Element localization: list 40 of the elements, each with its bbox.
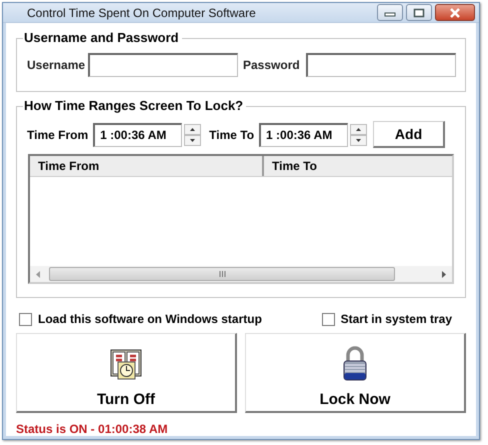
scrollbar-thumb[interactable] (49, 267, 395, 281)
column-header[interactable]: Time From (30, 156, 264, 176)
checkbox-label: Start in system tray (340, 312, 452, 326)
input-field[interactable] (88, 53, 238, 77)
time-picker[interactable]: 1 :00:36 AM (93, 122, 182, 146)
group-title: How Time Ranges Screen To Lock? (23, 98, 246, 113)
up-arrow-icon (190, 128, 196, 130)
add-button[interactable]: Add (373, 121, 446, 148)
field-label: Time To (209, 128, 254, 142)
spin-up-button[interactable] (184, 124, 202, 134)
horizontal-scrollbar[interactable] (30, 266, 452, 282)
up-arrow-icon (356, 128, 362, 130)
checkbox[interactable] (19, 312, 32, 326)
window-title: Control Time Spent On Computer Software (27, 6, 256, 20)
time-picker[interactable]: 1 :00:36 AM (259, 122, 348, 146)
input-field[interactable] (306, 53, 456, 77)
close-button[interactable] (435, 4, 475, 21)
turn-off-button[interactable]: Turn Off (16, 333, 237, 413)
scroll-left-icon (36, 270, 41, 278)
maximize-button[interactable] (406, 4, 432, 21)
lock-now-button[interactable]: Lock Now (245, 333, 466, 413)
minimize-button[interactable] (377, 4, 403, 21)
group-title: Username and Password (23, 30, 182, 45)
down-arrow-icon (190, 138, 196, 142)
grip-icon (218, 271, 226, 277)
column-header[interactable]: Time To (264, 156, 452, 176)
spin-down-button[interactable] (350, 134, 368, 146)
field-label: Time From (27, 128, 88, 142)
padlock-icon (342, 346, 368, 382)
down-arrow-icon (356, 138, 362, 142)
maximize-icon (413, 8, 425, 18)
checkbox-label: Load this software on Windows startup (38, 312, 262, 326)
status-text: Status is ON - 01:00:38 AM (16, 422, 169, 436)
spin-up-button[interactable] (350, 124, 368, 134)
scroll-right-icon (441, 270, 446, 278)
spin-down-button[interactable] (184, 134, 202, 146)
field-label: Password (243, 58, 300, 72)
close-icon (448, 8, 462, 18)
checkbox[interactable] (322, 312, 335, 326)
calendar-clock-icon (109, 347, 143, 381)
